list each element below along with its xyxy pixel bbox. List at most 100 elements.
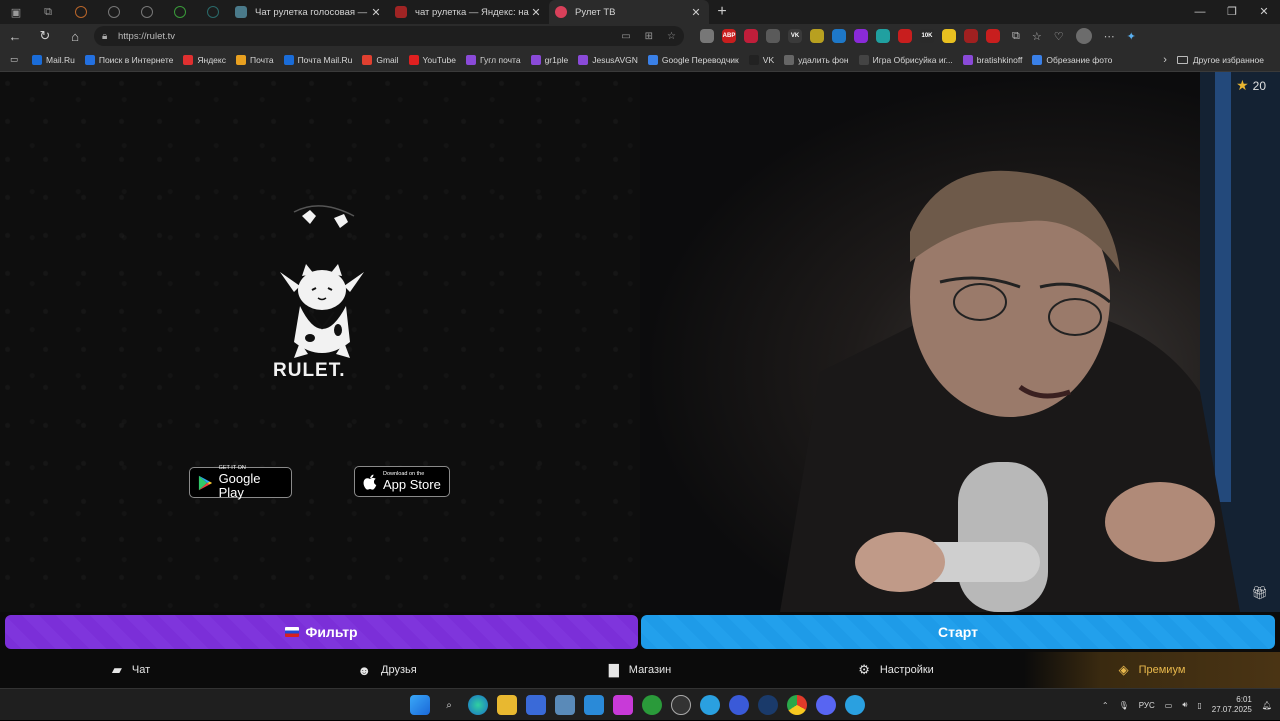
google-play-button[interactable]: GET IT ON Google Play bbox=[189, 465, 292, 500]
extension-icon[interactable] bbox=[810, 29, 824, 43]
clock[interactable]: 6:01 27.07.2025 bbox=[1212, 695, 1252, 715]
language-indicator[interactable]: РУС bbox=[1139, 701, 1155, 710]
menu-icon[interactable]: ⋯ bbox=[1104, 30, 1115, 43]
bookmark-item[interactable]: Mail.Ru bbox=[32, 54, 75, 65]
bookmark-item[interactable]: bratishkinoff bbox=[962, 54, 1022, 65]
network-icon[interactable]: ▭ bbox=[1165, 701, 1173, 710]
app-pink-icon[interactable] bbox=[613, 695, 633, 715]
menu-item-premium[interactable]: ◈ Премиум bbox=[1024, 652, 1280, 688]
home-icon[interactable]: ⌂ bbox=[60, 29, 90, 44]
maximize-icon[interactable]: ❐ bbox=[1216, 0, 1248, 24]
pinned-tab-5[interactable] bbox=[196, 0, 229, 24]
extension-icon[interactable] bbox=[964, 29, 978, 43]
bookmark-item[interactable]: Почта bbox=[235, 54, 274, 65]
tab-yandex[interactable]: чат рулетка — Яндекс: нашлось ✕ bbox=[389, 0, 549, 24]
reading-list-icon[interactable]: ▭ bbox=[10, 54, 18, 65]
bookmark-item[interactable]: Поиск в Интернете bbox=[84, 54, 173, 65]
xbox-icon[interactable] bbox=[642, 695, 662, 715]
chrome-icon[interactable] bbox=[787, 695, 807, 715]
extension-icon[interactable] bbox=[700, 29, 714, 43]
bookmark-item[interactable]: Google Переводчик bbox=[647, 54, 739, 65]
start-button[interactable]: Старт bbox=[641, 615, 1275, 649]
extension-icon[interactable] bbox=[898, 29, 912, 43]
windows-start-icon[interactable] bbox=[410, 695, 430, 715]
bookmark-item[interactable]: удалить фон bbox=[784, 54, 849, 65]
menu-item-shop[interactable]: ▇ Магазин bbox=[512, 652, 768, 688]
menu-item-settings[interactable]: ⚙ Настройки bbox=[768, 652, 1024, 688]
extension-icon[interactable] bbox=[766, 29, 780, 43]
notifications-icon[interactable]: 🔔︎ bbox=[1262, 701, 1272, 710]
pinned-tab-1[interactable] bbox=[64, 0, 97, 24]
reload-icon[interactable]: ↻ bbox=[30, 28, 60, 44]
microphone-icon[interactable]: 🎙︎ bbox=[1119, 701, 1129, 710]
extension-icon[interactable]: 10K bbox=[920, 29, 934, 43]
other-bookmarks[interactable]: Другое избранное bbox=[1176, 55, 1264, 65]
gift-icon[interactable]: 🎁︎ bbox=[1251, 585, 1268, 601]
bookmark-item[interactable]: Обрезание фото bbox=[1032, 54, 1112, 65]
address-bar[interactable]: 🔒︎ https://rulet.tv ▭ ⊞ ☆ bbox=[94, 26, 684, 46]
edge-icon[interactable] bbox=[468, 695, 488, 715]
file-explorer-icon[interactable] bbox=[497, 695, 517, 715]
photos-icon[interactable] bbox=[555, 695, 575, 715]
back-icon[interactable]: ← bbox=[0, 29, 30, 44]
menu-item-chat[interactable]: ▰ Чат bbox=[0, 652, 262, 688]
menu-item-friends[interactable]: ☻ Друзья bbox=[262, 652, 512, 688]
battery-icon[interactable]: ▯ bbox=[1197, 701, 1201, 710]
close-icon[interactable]: ✕ bbox=[529, 6, 543, 19]
filter-button[interactable]: Фильтр bbox=[5, 615, 638, 649]
obs-icon[interactable] bbox=[671, 695, 691, 715]
extension-icon[interactable]: ABP bbox=[722, 29, 736, 43]
favorite-star-icon[interactable]: ☆ bbox=[667, 31, 676, 42]
extension-icon[interactable] bbox=[876, 29, 890, 43]
extension-icon[interactable] bbox=[942, 29, 956, 43]
steam-icon[interactable] bbox=[758, 695, 778, 715]
volume-icon[interactable]: 🔊︎ bbox=[1182, 700, 1187, 710]
store-icon[interactable] bbox=[526, 695, 546, 715]
bookmark-item[interactable]: Гугл почта bbox=[465, 54, 521, 65]
url-text[interactable]: https://rulet.tv bbox=[118, 31, 621, 42]
stars-counter[interactable]: ★ 20 bbox=[1236, 77, 1266, 94]
close-window-icon[interactable]: ✕ bbox=[1248, 0, 1280, 24]
copilot-icon[interactable]: ✦ bbox=[1127, 30, 1136, 43]
bookmark-item[interactable]: Игра Обрисуйка иг... bbox=[858, 54, 953, 65]
favorites-icon[interactable]: ☆ bbox=[1032, 30, 1042, 43]
extension-icon[interactable]: VK bbox=[788, 29, 802, 43]
chevron-right-icon[interactable]: › bbox=[1163, 54, 1167, 66]
extension-icon[interactable] bbox=[854, 29, 868, 43]
extension-icon[interactable] bbox=[986, 29, 1000, 43]
pinned-tab-4[interactable] bbox=[163, 0, 196, 24]
bookmark-item[interactable]: Почта Mail.Ru bbox=[283, 54, 352, 65]
close-icon[interactable]: ✕ bbox=[689, 6, 703, 19]
discord-icon[interactable] bbox=[816, 695, 836, 715]
pinned-tab-3[interactable] bbox=[130, 0, 163, 24]
lock-icon[interactable]: 🔒︎ bbox=[102, 31, 118, 42]
close-icon[interactable]: ✕ bbox=[369, 6, 383, 19]
sidebar-toggle-icon[interactable]: ▣ bbox=[0, 0, 32, 24]
bookmark-item[interactable]: YouTube bbox=[408, 54, 456, 65]
apps-icon[interactable]: ⊞ bbox=[645, 31, 653, 42]
telegram-alt-icon[interactable] bbox=[845, 695, 865, 715]
bookmark-item[interactable]: VK bbox=[748, 54, 774, 65]
tab-nekto[interactable]: Чат рулетка голосовая — Nekto ✕ bbox=[229, 0, 389, 24]
workspaces-icon[interactable]: ⧉ bbox=[32, 0, 64, 24]
remote-desktop-icon[interactable] bbox=[584, 695, 604, 715]
profile-avatar[interactable] bbox=[1075, 28, 1092, 44]
app-blue-icon[interactable] bbox=[729, 695, 749, 715]
tab-rulet[interactable]: Рулет ТВ ✕ bbox=[549, 0, 709, 24]
camera-icon[interactable]: ▭ bbox=[621, 31, 630, 42]
chevron-up-icon[interactable]: ⌃ bbox=[1102, 701, 1109, 710]
heart-icon[interactable]: ♡ bbox=[1054, 30, 1064, 43]
search-icon[interactable]: ⌕ bbox=[439, 695, 459, 715]
pinned-tab-2[interactable] bbox=[97, 0, 130, 24]
bookmark-item[interactable]: gr1ple bbox=[530, 54, 568, 65]
bookmark-item[interactable]: Gmail bbox=[362, 54, 399, 65]
extension-icon[interactable] bbox=[832, 29, 846, 43]
app-store-button[interactable]: Download on the App Store bbox=[354, 466, 450, 497]
extensions-icon[interactable]: ⧉ bbox=[1012, 30, 1020, 43]
minimize-icon[interactable]: — bbox=[1184, 0, 1216, 24]
telegram-icon[interactable] bbox=[700, 695, 720, 715]
extension-icon[interactable] bbox=[744, 29, 758, 43]
bookmark-item[interactable]: Яндекс bbox=[183, 54, 226, 65]
new-tab-button[interactable]: + bbox=[709, 3, 735, 21]
bookmark-item[interactable]: JesusAVGN bbox=[578, 54, 638, 65]
